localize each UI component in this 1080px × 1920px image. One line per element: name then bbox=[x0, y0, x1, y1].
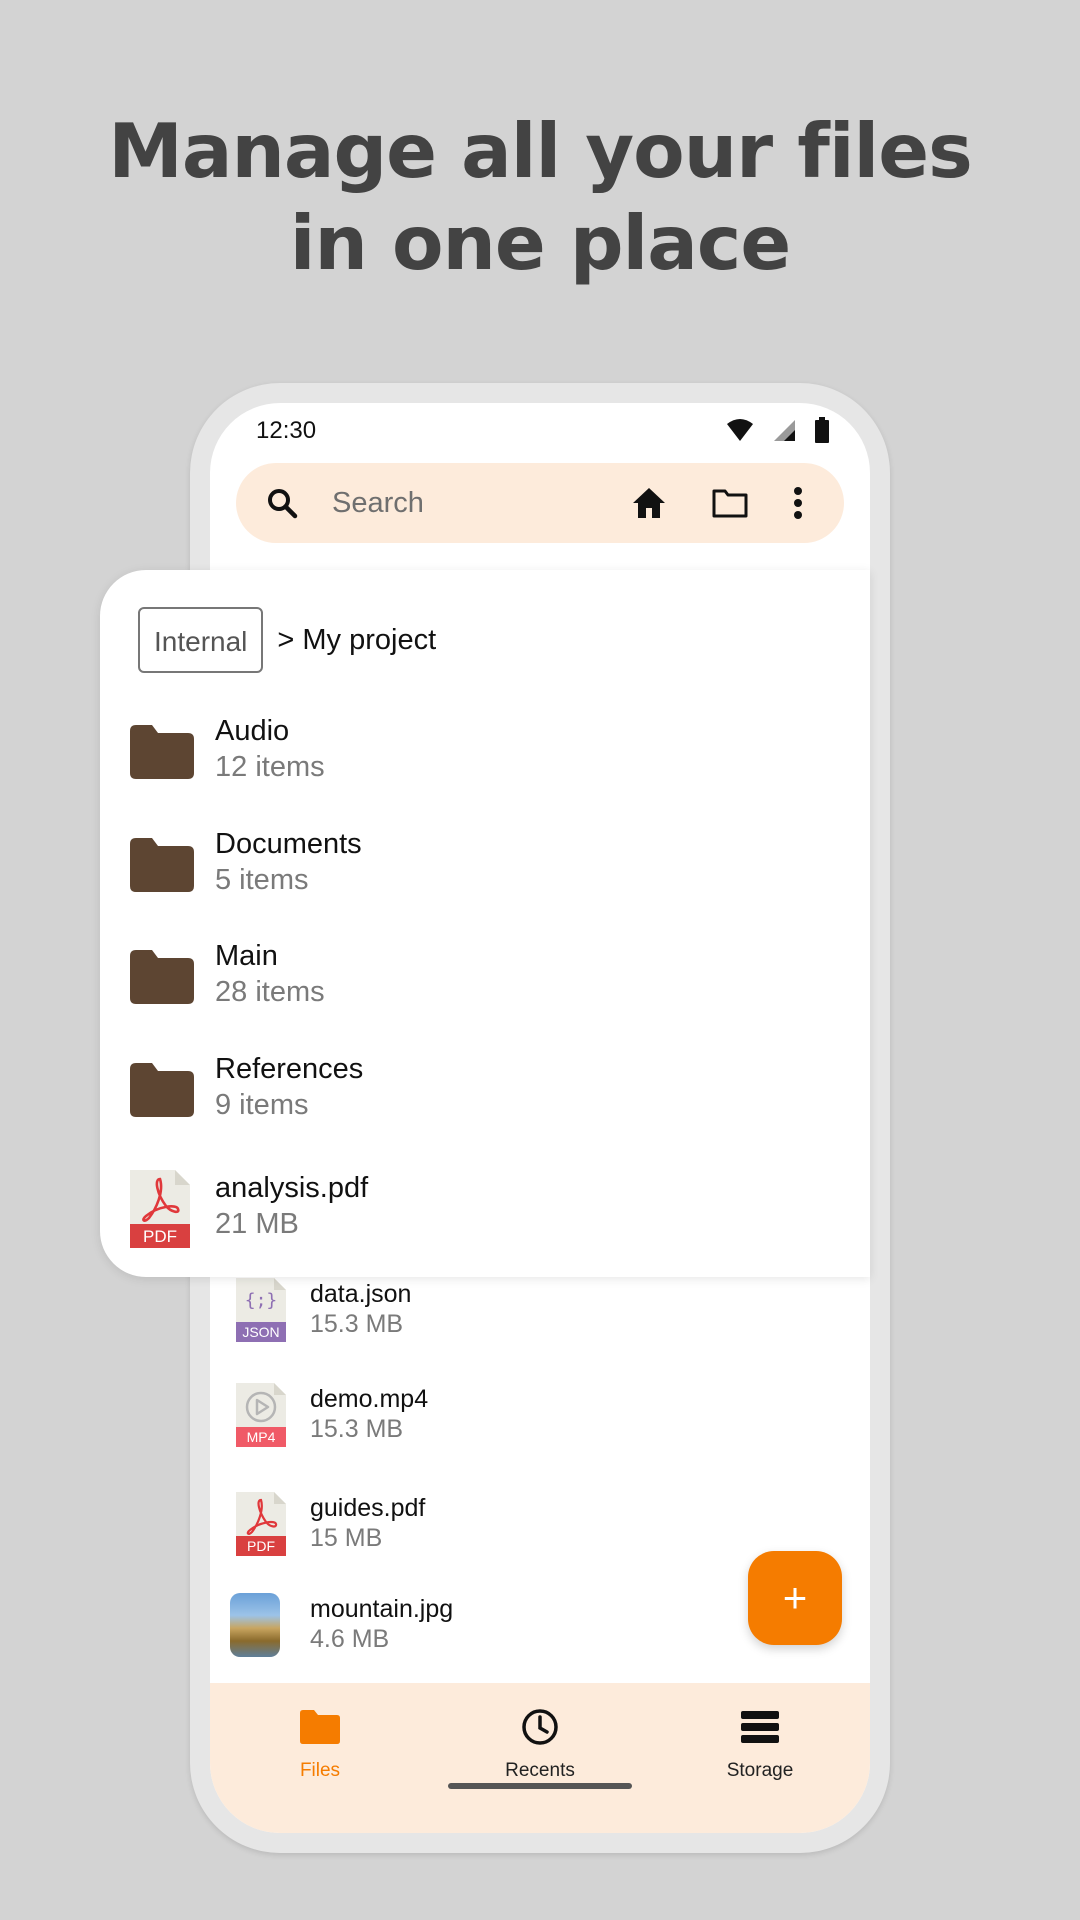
item-meta: 9 items bbox=[215, 1089, 309, 1121]
status-bar: 12:30 bbox=[210, 403, 870, 463]
list-item-documents[interactable]: Documents 5 items bbox=[100, 828, 870, 928]
item-meta: 12 items bbox=[215, 751, 325, 783]
clock-icon bbox=[522, 1709, 558, 1745]
breadcrumb-path[interactable]: > My project bbox=[277, 624, 436, 657]
folder-icon bbox=[130, 1063, 194, 1117]
breadcrumb-root-chip[interactable]: Internal bbox=[138, 607, 264, 673]
nav-recents[interactable]: Recents bbox=[470, 1707, 610, 1782]
search-icon[interactable] bbox=[266, 487, 298, 519]
svg-text:{;}: {;} bbox=[245, 1290, 278, 1311]
bottom-navigation: Files Recents Storage bbox=[210, 1683, 870, 1833]
json-file-icon: {;} JSON bbox=[236, 1278, 286, 1342]
item-name: References bbox=[215, 1053, 364, 1085]
folder-icon bbox=[130, 838, 194, 892]
more-vert-icon[interactable] bbox=[792, 485, 804, 521]
nav-label-storage: Storage bbox=[726, 1760, 794, 1781]
nav-storage[interactable]: Storage bbox=[690, 1707, 830, 1782]
nav-files[interactable]: Files bbox=[250, 1707, 390, 1782]
nav-label-recents: Recents bbox=[505, 1760, 575, 1781]
headline: Manage all your files in one place bbox=[0, 105, 1080, 289]
file-name: data.json bbox=[310, 1280, 412, 1308]
image-thumbnail bbox=[230, 1593, 280, 1657]
file-size: 15.3 MB bbox=[310, 1415, 404, 1443]
item-meta: 28 items bbox=[215, 976, 325, 1008]
add-fab-button[interactable]: + bbox=[748, 1551, 842, 1645]
pdf-badge: PDF bbox=[143, 1227, 177, 1246]
folder-icon bbox=[130, 725, 194, 779]
search-input[interactable]: Search bbox=[332, 487, 424, 520]
gesture-bar[interactable] bbox=[448, 1783, 632, 1789]
file-name: demo.mp4 bbox=[310, 1385, 429, 1413]
file-size: 15.3 MB bbox=[310, 1310, 404, 1338]
folder-icon bbox=[130, 950, 194, 1004]
headline-line-2: in one place bbox=[289, 199, 791, 287]
nav-label-files: Files bbox=[299, 1760, 341, 1781]
list-item-main[interactable]: Main 28 items bbox=[100, 940, 870, 1040]
folder-outline-icon[interactable] bbox=[711, 485, 749, 521]
file-name: guides.pdf bbox=[310, 1494, 426, 1522]
home-icon[interactable] bbox=[631, 485, 667, 521]
json-badge: JSON bbox=[242, 1324, 279, 1340]
signal-icon bbox=[774, 420, 795, 441]
item-meta: 21 MB bbox=[215, 1208, 299, 1240]
pdf-badge: PDF bbox=[247, 1538, 275, 1554]
list-item[interactable]: MP4 demo.mp4 15.3 MB bbox=[210, 1383, 870, 1473]
folder-card: Internal > My project Audio 12 items Doc… bbox=[100, 570, 870, 1277]
list-item[interactable]: {;} JSON data.json 15.3 MB bbox=[210, 1278, 870, 1368]
battery-icon bbox=[815, 417, 829, 443]
item-name: Main bbox=[215, 940, 278, 972]
wifi-icon bbox=[727, 419, 753, 441]
file-size: 4.6 MB bbox=[310, 1625, 390, 1653]
breadcrumb: Internal > My project bbox=[138, 607, 436, 673]
search-bar[interactable]: Search bbox=[236, 463, 844, 543]
video-file-icon: MP4 bbox=[236, 1383, 286, 1447]
folder-icon bbox=[300, 1710, 340, 1744]
item-name: Documents bbox=[215, 828, 362, 860]
status-time: 12:30 bbox=[256, 417, 317, 444]
list-item-audio[interactable]: Audio 12 items bbox=[100, 715, 870, 815]
mp4-badge: MP4 bbox=[247, 1429, 276, 1445]
storage-icon bbox=[741, 1711, 779, 1743]
pdf-file-icon: PDF bbox=[130, 1170, 190, 1248]
file-name: mountain.jpg bbox=[310, 1595, 454, 1623]
pdf-file-icon: PDF bbox=[236, 1492, 286, 1556]
item-name: analysis.pdf bbox=[215, 1172, 369, 1204]
headline-line-1: Manage all your files bbox=[108, 107, 973, 195]
plus-icon: + bbox=[782, 1574, 808, 1621]
list-item-references[interactable]: References 9 items bbox=[100, 1053, 870, 1153]
list-item-analysis-pdf[interactable]: PDF analysis.pdf 21 MB bbox=[100, 1170, 870, 1270]
file-size: 15 MB bbox=[310, 1524, 383, 1552]
item-name: Audio bbox=[215, 715, 290, 747]
item-meta: 5 items bbox=[215, 864, 309, 896]
